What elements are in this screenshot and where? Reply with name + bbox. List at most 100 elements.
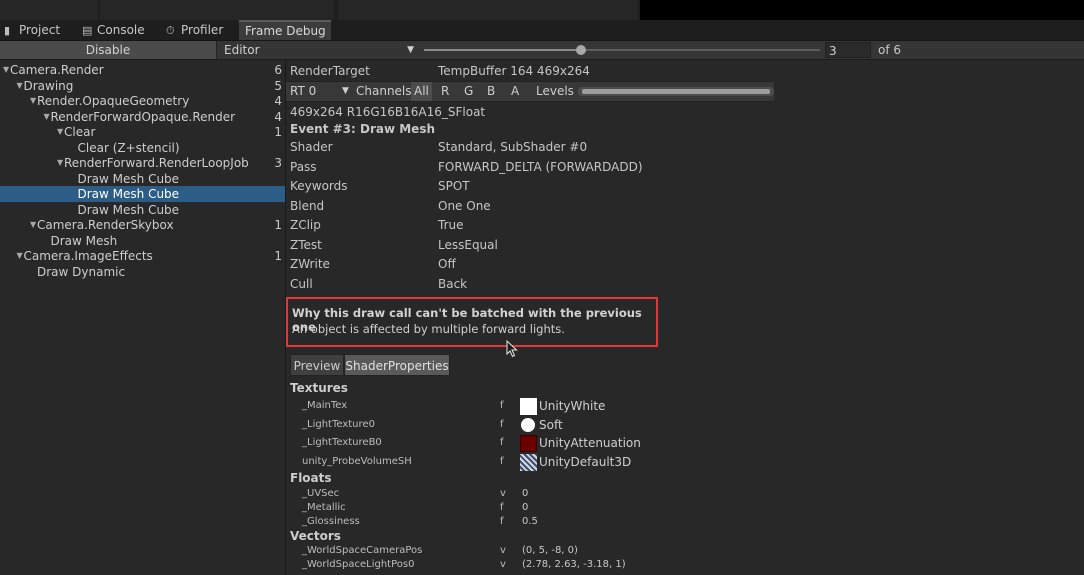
tree-item-label: Render.OpaqueGeometry: [37, 94, 190, 108]
property-value: Off: [438, 257, 456, 271]
tree-item[interactable]: ▼ Camera.RenderSkybox 1: [0, 217, 285, 233]
tree-item[interactable]: ▼ Clear 1: [0, 124, 285, 140]
game-view-strip: [640, 0, 1084, 20]
property-label: Keywords: [290, 179, 348, 193]
expand-triangle-icon[interactable]: ▼: [57, 155, 63, 171]
channel-all-button[interactable]: All: [411, 82, 432, 101]
property-value: True: [438, 218, 464, 232]
texture-name: _LightTextureB0: [302, 437, 382, 448]
floats-heading: Floats: [290, 471, 332, 485]
tree-item-count: 3: [274, 156, 282, 170]
target-dropdown-label: Editor: [224, 43, 260, 57]
expand-triangle-icon[interactable]: ▼: [57, 124, 63, 140]
channel-r-button[interactable]: R: [438, 82, 452, 101]
mouse-cursor-icon: [506, 340, 518, 358]
tree-item-count: 4: [274, 94, 282, 108]
render-target-toolbar: RT 0 ▼ Channels All R G B A Levels: [286, 81, 774, 102]
tree-item[interactable]: Draw Mesh: [0, 233, 285, 249]
tree-item-count: 1: [274, 249, 282, 263]
tree-item[interactable]: Draw Mesh Cube: [0, 186, 285, 202]
tree-item-label: Draw Dynamic: [37, 264, 126, 279]
frame-number-input[interactable]: 3: [825, 42, 871, 58]
channel-a-button[interactable]: A: [508, 82, 522, 101]
expand-triangle-icon[interactable]: ▼: [17, 248, 23, 264]
tree-item[interactable]: ▼ RenderForwardOpaque.Render 4: [0, 109, 285, 125]
tab-preview[interactable]: Preview: [290, 354, 344, 376]
tree-item-count: 1: [274, 125, 282, 139]
float-type: v: [500, 488, 506, 499]
render-target-value: TempBuffer 164 469x264: [438, 64, 590, 78]
tab-project[interactable]: ▮ Project: [0, 20, 78, 40]
tab-frame-debug[interactable]: Frame Debug: [239, 20, 331, 40]
expand-triangle-icon[interactable]: ▼: [44, 109, 50, 125]
channel-b-button[interactable]: B: [484, 82, 498, 101]
property-label: Cull: [290, 276, 313, 291]
frame-slider[interactable]: [424, 45, 820, 55]
frame-slider-thumb[interactable]: [576, 45, 586, 55]
tree-item[interactable]: Clear (Z+stencil): [0, 140, 285, 156]
property-label: Pass: [290, 159, 317, 174]
texture-value: UnityAttenuation: [539, 436, 641, 450]
tree-item[interactable]: Draw Dynamic: [0, 264, 285, 280]
tree-item[interactable]: ▼ Camera.Render 6: [0, 62, 285, 78]
tree-item-label: Camera.ImageEffects: [23, 249, 153, 263]
target-dropdown[interactable]: Editor ▼: [220, 41, 420, 59]
texture-thumbnail[interactable]: [520, 416, 537, 434]
event-details-panel: RenderTarget TempBuffer 164 469x264 RT 0…: [286, 60, 1084, 575]
property-label: ZTest: [290, 237, 322, 252]
disable-button[interactable]: Disable: [0, 41, 217, 59]
texture-name: _MainTex: [302, 400, 348, 411]
vector-value: (2.78, 2.63, -3.18, 1): [522, 559, 626, 570]
tree-item-label: RenderForward.RenderLoopJob: [64, 156, 249, 170]
tree-item-label: Draw Mesh: [50, 233, 118, 248]
tree-item-count: 4: [274, 109, 282, 124]
soft-circle-icon: [521, 417, 535, 432]
property-value: Back: [438, 276, 468, 291]
vector-value: (0, 5, -8, 0): [522, 545, 578, 556]
textures-heading: Textures: [290, 381, 348, 395]
vector-type: v: [500, 545, 506, 556]
window-tab-bar: ▮ Project ▤ Console ⏱ Profiler Frame Debug: [0, 20, 1084, 41]
draw-call-tree[interactable]: ▼ Camera.Render 6 ▼ Drawing 5 ▼ Render.OpaqueGe…: [0, 60, 286, 575]
levels-label: Levels: [536, 84, 574, 98]
tree-item[interactable]: Draw Mesh Cube: [0, 202, 285, 218]
texture-type: f: [500, 418, 504, 430]
tree-item-count: 6: [274, 63, 282, 77]
profiler-icon: ⏱: [166, 24, 175, 37]
property-value: SPOT: [438, 179, 470, 193]
event-title: Event #3: Draw Mesh: [290, 122, 436, 136]
tree-item[interactable]: ▼ Camera.ImageEffects 1: [0, 248, 285, 264]
channel-g-button[interactable]: G: [461, 82, 476, 101]
levels-range-slider[interactable]: [578, 87, 774, 96]
expand-triangle-icon[interactable]: ▼: [17, 78, 23, 94]
tree-item-label: Camera.Render: [10, 63, 104, 77]
format-text: 469x264 R16G16B16A16_SFloat: [290, 105, 486, 119]
texture-thumbnail[interactable]: [520, 435, 537, 452]
tab-shader-properties[interactable]: ShaderProperties: [344, 354, 450, 376]
tab-profiler[interactable]: ⏱ Profiler: [162, 20, 238, 40]
rt-dropdown[interactable]: RT 0: [290, 82, 316, 101]
tree-item-label: Camera.RenderSkybox: [37, 218, 174, 232]
vectors-heading: Vectors: [290, 529, 341, 543]
property-label: ZWrite: [290, 257, 330, 271]
float-type: f: [500, 502, 504, 513]
texture-thumbnail[interactable]: [520, 398, 537, 415]
texture-name: _LightTexture0: [302, 418, 375, 430]
texture-thumbnail[interactable]: [520, 453, 537, 471]
texture-type: f: [500, 455, 504, 467]
expand-triangle-icon[interactable]: ▼: [30, 93, 36, 109]
tree-item[interactable]: ▼ RenderForward.RenderLoopJob 3: [0, 155, 285, 171]
tree-item[interactable]: ▼ Render.OpaqueGeometry 4: [0, 93, 285, 109]
tree-item[interactable]: ▼ Drawing 5: [0, 78, 285, 94]
float-type: f: [500, 516, 504, 527]
float-value: 0: [522, 502, 529, 513]
folder-icon: ▮: [4, 24, 11, 37]
frame-total-label: of 6: [878, 43, 902, 57]
tree-item[interactable]: Draw Mesh Cube: [0, 171, 285, 187]
expand-triangle-icon[interactable]: ▼: [30, 217, 36, 233]
chevron-down-icon: ▼: [407, 45, 414, 55]
batch-reason-highlight: Why this draw call can't be batched with…: [286, 297, 658, 347]
texture-row: _MainTex f UnityWhite: [286, 398, 786, 416]
tab-console[interactable]: ▤ Console: [78, 20, 162, 40]
expand-triangle-icon[interactable]: ▼: [3, 62, 9, 78]
